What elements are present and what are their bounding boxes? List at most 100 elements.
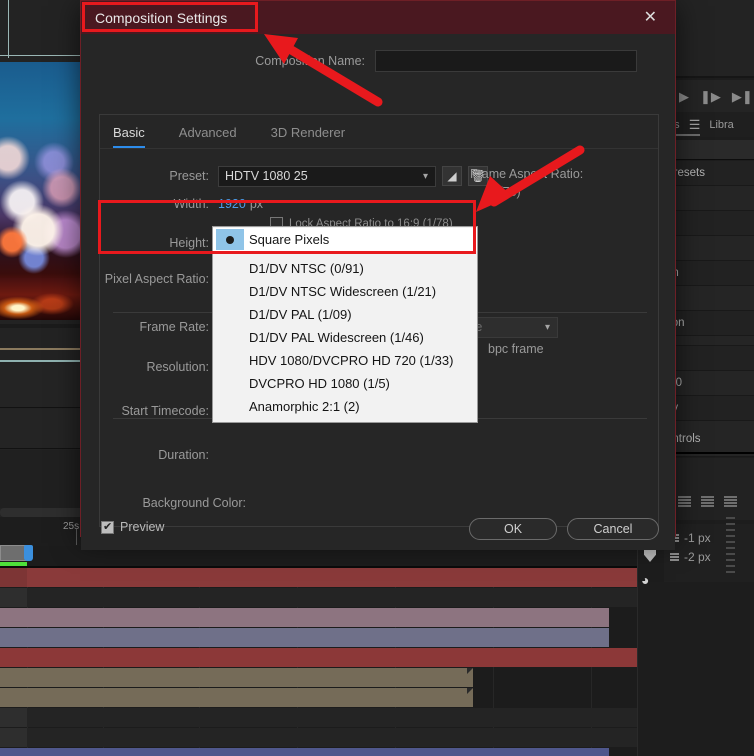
- dropdown-option[interactable]: D1/DV PAL Widescreen (1/46): [213, 326, 477, 349]
- list-item[interactable]: tion: [664, 311, 754, 336]
- align-left-icon[interactable]: [678, 495, 691, 507]
- list-item[interactable]: 0: [664, 346, 754, 371]
- dropdown-option[interactable]: HDV 1080/DVCPRO HD 720 (1/33): [213, 349, 477, 372]
- layer-label-cell[interactable]: [0, 668, 27, 687]
- table-row[interactable]: [0, 708, 664, 727]
- left-panel-section-c: [0, 450, 86, 508]
- layer-label-cell[interactable]: [0, 708, 27, 727]
- dropdown-option-label: D1/DV PAL Widescreen (1/46): [249, 330, 424, 345]
- space-after-icon: [670, 553, 679, 561]
- settings-tabs[interactable]: Basic Advanced 3D Renderer: [100, 115, 658, 149]
- layer-bar[interactable]: [27, 648, 637, 667]
- list-item[interactable]: [664, 286, 754, 311]
- composition-preview-image-lower: [0, 278, 86, 320]
- effects-list[interactable]: Presets en tion 0 2.0 hy ontrols: [664, 161, 754, 457]
- preset-select[interactable]: HDTV 1080 25 ▾: [218, 165, 436, 187]
- tab-advanced[interactable]: Advanced: [179, 125, 237, 148]
- list-item[interactable]: [664, 336, 754, 346]
- list-item[interactable]: [664, 211, 754, 236]
- motion-blur-icon[interactable]: ◕: [641, 572, 649, 588]
- composition-name-row: Composition Name:: [81, 46, 675, 76]
- ok-button[interactable]: OK: [469, 518, 557, 540]
- timeline-panel[interactable]: 25s ◕: [0, 517, 664, 756]
- align-buttons[interactable]: [664, 486, 754, 516]
- playback-controls[interactable]: ▶ ❚▶ ▶❚: [664, 80, 754, 112]
- align-right-icon[interactable]: [724, 495, 737, 507]
- layer-bar[interactable]: [27, 628, 609, 647]
- layer-bar[interactable]: [27, 568, 637, 587]
- layer-label-cell[interactable]: [0, 628, 27, 647]
- current-time-indicator[interactable]: [24, 545, 33, 561]
- cancel-button[interactable]: Cancel: [567, 518, 659, 540]
- tab-basic[interactable]: Basic: [113, 125, 145, 148]
- ruler-area: [0, 0, 86, 62]
- tab-libraries[interactable]: Libra: [709, 119, 733, 131]
- left-panel-section-b: [0, 409, 86, 449]
- list-item[interactable]: en: [664, 261, 754, 286]
- table-row[interactable]: [0, 668, 664, 687]
- table-row[interactable]: [0, 748, 664, 756]
- duration-label: Duration:: [158, 448, 209, 462]
- table-row[interactable]: [0, 728, 664, 747]
- layer-label-cell[interactable]: [0, 688, 27, 707]
- composition-name-input[interactable]: [375, 50, 637, 72]
- height-label: Height:: [169, 236, 209, 250]
- dropdown-option[interactable]: D1/DV NTSC Widescreen (1/21): [213, 280, 477, 303]
- table-row[interactable]: [0, 648, 664, 667]
- step-forward-icon[interactable]: ❚▶: [700, 90, 721, 103]
- dropdown-option[interactable]: D1/DV PAL (1/09): [213, 303, 477, 326]
- hamburger-menu-icon[interactable]: ☰: [689, 117, 701, 133]
- ruler-guide-vertical: [8, 0, 9, 58]
- dropdown-option[interactable]: D1/DV NTSC (0/91): [213, 257, 477, 280]
- list-item[interactable]: Presets: [664, 161, 754, 186]
- layer-label-cell[interactable]: [0, 608, 27, 627]
- layer-bar[interactable]: [27, 748, 609, 756]
- pixel-aspect-ratio-dropdown[interactable]: Square Pixels D1/DV NTSC (0/91) D1/DV NT…: [212, 226, 478, 423]
- close-icon[interactable]: ✕: [640, 8, 661, 28]
- effects-search-field[interactable]: [664, 140, 754, 160]
- layer-bar[interactable]: [27, 608, 609, 627]
- dropdown-option[interactable]: Square Pixels: [213, 228, 477, 251]
- layer-label-cell[interactable]: [0, 748, 27, 756]
- layer-label-cell[interactable]: [0, 588, 27, 607]
- timeline-layer-area[interactable]: [0, 568, 664, 756]
- layer-bar[interactable]: [27, 708, 637, 727]
- last-frame-icon[interactable]: ▶❚: [732, 90, 753, 103]
- layer-bar[interactable]: [27, 728, 637, 747]
- chevron-down-icon: ▾: [544, 321, 550, 333]
- frame-rate-label: Frame Rate:: [139, 320, 209, 334]
- table-row[interactable]: [0, 608, 664, 627]
- width-row: Width: 1920 px: [100, 193, 658, 215]
- table-row[interactable]: [0, 568, 664, 587]
- table-row[interactable]: [0, 588, 664, 607]
- composition-preview-panel[interactable]: [0, 0, 86, 528]
- layer-bar[interactable]: [27, 668, 473, 687]
- preview-divider: [0, 324, 86, 328]
- timeline-vertical-scrollbar[interactable]: [726, 517, 735, 717]
- list-item[interactable]: [664, 236, 754, 261]
- table-row[interactable]: [0, 628, 664, 647]
- layer-trim-corner: [467, 668, 473, 674]
- table-row[interactable]: [0, 688, 664, 707]
- list-item[interactable]: 2.0: [664, 371, 754, 396]
- dropdown-option[interactable]: DVCPRO HD 1080 (1/5): [213, 372, 477, 395]
- work-area-handle[interactable]: [0, 545, 27, 561]
- list-item[interactable]: hy: [664, 396, 754, 421]
- dialog-footer: Preview OK Cancel: [81, 510, 677, 550]
- width-value[interactable]: 1920: [218, 197, 246, 211]
- dropdown-option[interactable]: Anamorphic 2:1 (2): [213, 395, 477, 418]
- layer-label-cell[interactable]: [0, 568, 27, 587]
- layer-bar[interactable]: [27, 688, 473, 707]
- horizontal-scrollbar[interactable]: [0, 508, 86, 517]
- align-center-icon[interactable]: [701, 495, 714, 507]
- save-preset-icon[interactable]: ◢: [442, 166, 462, 186]
- list-item[interactable]: [664, 186, 754, 211]
- layer-label-cell[interactable]: [0, 728, 27, 747]
- layer-label-cell[interactable]: [0, 648, 27, 667]
- preview-checkbox-row[interactable]: Preview: [101, 520, 164, 534]
- preset-label: Preset:: [169, 169, 209, 183]
- play-icon[interactable]: ▶: [679, 90, 689, 103]
- tab-3d-renderer[interactable]: 3D Renderer: [271, 125, 345, 148]
- layer-bar[interactable]: [27, 588, 637, 607]
- preview-checkbox[interactable]: [101, 520, 114, 534]
